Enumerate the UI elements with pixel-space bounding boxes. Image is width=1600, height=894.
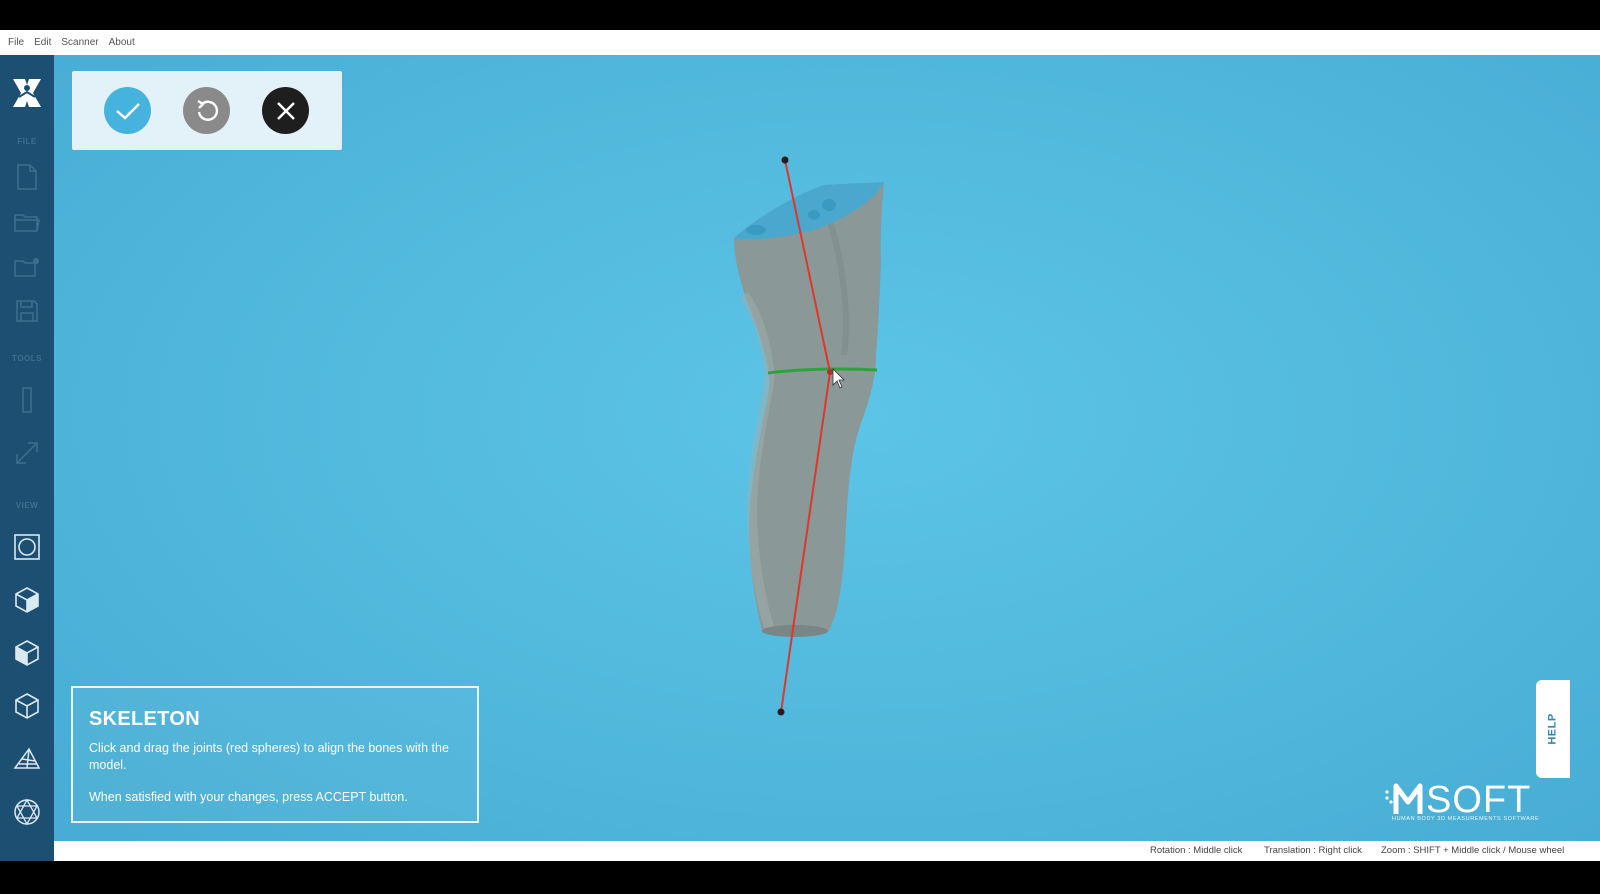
left-sidebar: FILE TOOLS VIEW [0,55,54,879]
action-toolbox [72,71,342,150]
status-rotation-hint: Rotation : Middle click [1150,845,1243,856]
status-zoom-hint: Zoom : SHIFT + Middle click / Mouse whee… [1381,845,1565,856]
view-fit-icon[interactable] [12,532,42,562]
menu-scanner[interactable]: Scanner [61,37,98,48]
undo-icon [196,99,218,121]
cube-front-icon[interactable] [12,585,42,615]
menu-file[interactable]: File [8,37,24,48]
perspective-icon[interactable] [12,744,42,774]
wireframe-icon[interactable] [12,797,42,827]
menu-edit[interactable]: Edit [34,37,51,48]
cube-side-icon[interactable] [12,638,42,668]
brand-tagline: HUMAN BODY 3D MEASUREMENTS SOFTWARE [1392,816,1540,822]
menu-about[interactable]: About [109,37,135,48]
app-logo-icon [9,75,45,111]
accept-button[interactable] [104,87,151,134]
sidebar-section-view: VIEW [15,501,39,510]
instruction-text: Click and drag the joints (red spheres) … [89,741,449,772]
instruction-title: SKELETON [89,708,200,730]
ankle-joint-sphere[interactable] [777,708,785,716]
open-folder-icon[interactable] [12,207,42,237]
window-bottom-black-bar [0,861,1600,894]
save-icon[interactable] [12,296,42,326]
help-tab[interactable]: HELP [1536,680,1570,778]
cancel-button[interactable] [262,87,309,134]
help-label: HELP [1547,713,1559,745]
status-bar: Rotation : Middle click Translation : Ri… [54,841,1600,861]
ruler-icon[interactable] [12,385,42,415]
close-icon [276,101,295,120]
window-top-black-bar [0,0,1600,30]
hip-joint-sphere[interactable] [781,156,789,164]
checkmark-icon [115,102,140,120]
reset-button[interactable] [183,87,230,134]
new-file-icon[interactable] [12,162,42,192]
instruction-panel: SKELETON Click and drag the joints (red … [71,686,479,823]
import-icon[interactable] [12,252,42,282]
brand-name: SOFT [1426,779,1532,821]
cube-top-icon[interactable] [12,691,42,721]
brand-m-logo-icon [1385,783,1423,814]
menu-bar: File Edit Scanner About [0,30,1600,55]
status-translation-hint: Translation : Right click [1264,845,1362,856]
measure-icon[interactable] [12,438,42,468]
knee-joint-sphere[interactable] [827,369,833,375]
sidebar-section-file: FILE [17,137,37,146]
sidebar-section-tools: TOOLS [12,354,42,363]
brand-logo: SOFT HUMAN BODY 3D MEASUREMENTS SOFTWARE [1385,779,1558,825]
instruction-accept-hint: When satisfied with your changes, press … [89,790,408,804]
